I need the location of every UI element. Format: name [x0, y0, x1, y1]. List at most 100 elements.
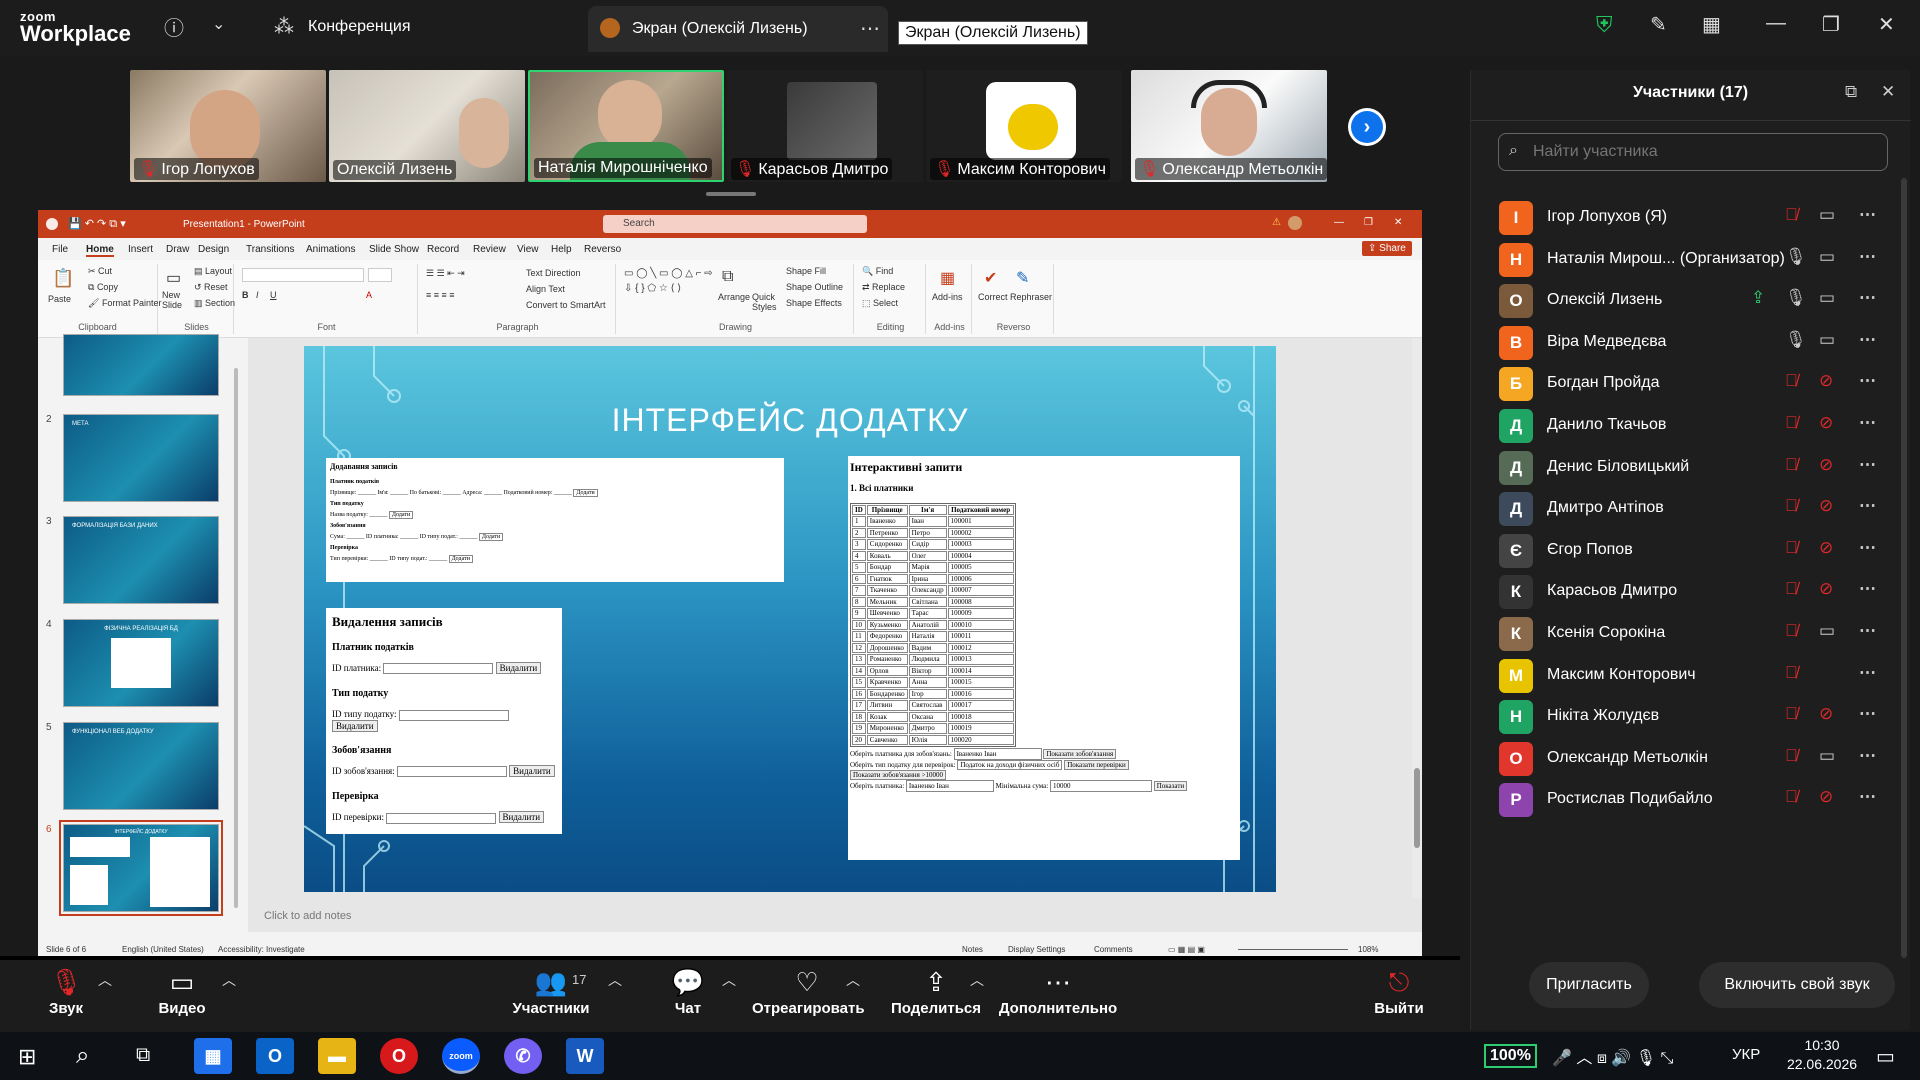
current-slide[interactable]: ІНТЕРФЕЙС ДОДАТКУ Додавання записів Плат…	[304, 346, 1276, 892]
font-size-dropdown[interactable]	[368, 268, 392, 282]
mic-muted-icon[interactable]: 🎙̸	[1785, 663, 1798, 683]
notifications-icon[interactable]: ▭	[1876, 1044, 1895, 1069]
new-slide-button[interactable]: New Slide	[162, 290, 188, 310]
system-tray-icons[interactable]: 🎤 ︿ ⧈ 🔊 🎙 ⤡	[1552, 1044, 1673, 1068]
file-explorer-icon[interactable]: ▬	[318, 1038, 356, 1074]
autosave-icons[interactable]: 💾 ↶ ↷ ⧉ ▾	[68, 217, 126, 231]
slide-thumbnail-selected[interactable]: ІНТЕРФЕЙС ДОДАТКУ	[63, 824, 219, 912]
menu-reverso[interactable]: Reverso	[584, 244, 621, 255]
audio-options-caret[interactable]: ︿	[98, 970, 112, 990]
camera-off-icon[interactable]: ⊘	[1819, 455, 1833, 475]
camera-off-icon[interactable]: ⊘	[1819, 413, 1833, 433]
video-tile[interactable]: 🎙 Ігор Лопухов	[130, 70, 326, 182]
mic-icon[interactable]: 🎙	[1785, 330, 1807, 350]
slide-thumbnail[interactable]: ФУНКЦІОНАЛ ВЕБ ДОДАТКУ	[63, 722, 219, 810]
participants-button[interactable]: 👥 Участники	[506, 960, 596, 1017]
participant-more-icon[interactable]: ⋯	[1859, 455, 1876, 475]
warning-icon[interactable]: ⚠	[1272, 217, 1281, 228]
participant-row[interactable]: К Ксенія Сорокіна 🎙̸ ▭ ⋯	[1499, 614, 1899, 654]
participant-more-icon[interactable]: ⋯	[1859, 330, 1876, 350]
viber-icon[interactable]: ✆	[504, 1038, 542, 1074]
bullets-button[interactable]: ☰ ☰ ⇤ ⇥	[426, 268, 465, 279]
addins-icon[interactable]: ▦	[940, 268, 955, 288]
participant-row[interactable]: Д Данило Ткачьов 🎙̸ ⊘ ⋯	[1499, 406, 1899, 446]
restore-icon[interactable]: ❐	[1822, 12, 1840, 37]
camera-icon[interactable]: ▭	[1819, 247, 1835, 267]
slide-scrollbar[interactable]	[1412, 338, 1422, 898]
video-tile[interactable]: Олексій Лизень	[329, 70, 525, 182]
slide-thumbnail[interactable]: МЕТА	[63, 414, 219, 502]
participant-more-icon[interactable]: ⋯	[1859, 205, 1876, 225]
arrange-button[interactable]: Arrange	[718, 292, 750, 302]
bold-button[interactable]: B	[242, 290, 249, 300]
next-page-button[interactable]: ›	[1348, 108, 1386, 146]
correct-icon[interactable]: ✔	[984, 268, 997, 288]
participant-more-icon[interactable]: ⋯	[1859, 371, 1876, 391]
shape-fill-button[interactable]: Shape Fill	[786, 266, 826, 276]
participant-more-icon[interactable]: ⋯	[1859, 247, 1876, 267]
battery-indicator[interactable]: 100%	[1484, 1044, 1537, 1068]
paste-icon[interactable]: 📋	[52, 268, 74, 289]
video-tile[interactable]: 🎙 Максим Конторович	[926, 70, 1122, 182]
clock[interactable]: 10:30 22.06.2026	[1782, 1036, 1862, 1074]
react-options-caret[interactable]: ︿	[846, 970, 860, 990]
windows-start-icon[interactable]: ⊞	[18, 1044, 36, 1070]
menu-file[interactable]: File	[52, 244, 68, 255]
mic-muted-icon[interactable]: 🎙̸	[1785, 579, 1798, 599]
select-button[interactable]: ⬚ Select	[862, 298, 898, 309]
participant-search-input[interactable]	[1498, 133, 1888, 171]
chevron-down-icon[interactable]: ⌄	[212, 14, 225, 34]
layout-button[interactable]: ▤ Layout	[194, 266, 232, 277]
outlook-icon[interactable]: O	[256, 1038, 294, 1074]
meeting-title[interactable]: Конференция	[308, 18, 411, 36]
menu-help[interactable]: Help	[551, 244, 572, 255]
mic-muted-icon[interactable]: 🎙̸	[1785, 413, 1798, 433]
rephraser-icon[interactable]: ✎	[1016, 268, 1029, 288]
participants-scrollbar[interactable]	[1901, 178, 1907, 958]
annotate-icon[interactable]: ✎	[1650, 12, 1667, 37]
camera-off-icon[interactable]: ⊘	[1819, 371, 1833, 391]
more-button[interactable]: ⋯ Дополнительно	[998, 960, 1118, 1017]
cut-button[interactable]: ✂ Cut	[88, 266, 112, 277]
participant-more-icon[interactable]: ⋯	[1859, 746, 1876, 766]
audio-button[interactable]: 🎙 Звук	[40, 960, 92, 1017]
participant-row[interactable]: М Максим Конторович 🎙̸ ⋯	[1499, 656, 1899, 696]
copy-button[interactable]: ⧉ Copy	[88, 282, 118, 293]
participant-more-icon[interactable]: ⋯	[1859, 621, 1876, 641]
menu-slide-show[interactable]: Slide Show	[369, 244, 419, 255]
search-icon[interactable]: ⌕	[76, 1042, 89, 1070]
zoom-slider[interactable]	[1238, 949, 1348, 950]
slide-thumbnail[interactable]: ФОРМАЛІЗАЦІЯ БАЗИ ДАНИХ	[63, 516, 219, 604]
camera-icon[interactable]: ▭	[1819, 288, 1835, 308]
reset-button[interactable]: ↺ Reset	[194, 282, 228, 293]
find-button[interactable]: 🔍 Find	[862, 266, 893, 277]
status-display-settings[interactable]: Display Settings	[1008, 945, 1065, 954]
align-buttons[interactable]: ≡ ≡ ≡ ≡	[426, 290, 455, 300]
mic-icon[interactable]: 🎙	[1785, 247, 1807, 267]
status-zoom[interactable]: 108%	[1358, 945, 1378, 954]
participant-more-icon[interactable]: ⋯	[1859, 579, 1876, 599]
camera-icon[interactable]: ▭	[1819, 621, 1835, 641]
mic-muted-icon[interactable]: 🎙̸	[1785, 371, 1798, 391]
mic-muted-icon[interactable]: 🎙̸	[1785, 496, 1798, 516]
word-icon[interactable]: W	[566, 1038, 604, 1074]
rephraser-button[interactable]: Rephraser	[1010, 292, 1052, 302]
mic-muted-icon[interactable]: 🎙̸	[1785, 621, 1798, 641]
video-tile-active-speaker[interactable]: Наталія Мирошніченко	[528, 70, 724, 182]
video-options-caret[interactable]: ︿	[222, 970, 236, 990]
status-notes[interactable]: Notes	[962, 945, 983, 954]
participant-row[interactable]: Є Єгор Попов 🎙̸ ⊘ ⋯	[1499, 531, 1899, 571]
font-color-button[interactable]: A	[366, 290, 372, 300]
participant-more-icon[interactable]: ⋯	[1859, 704, 1876, 724]
participant-more-icon[interactable]: ⋯	[1859, 496, 1876, 516]
menu-record[interactable]: Record	[427, 244, 459, 255]
participant-more-icon[interactable]: ⋯	[1859, 787, 1876, 807]
participant-row[interactable]: Д Денис Біловицький 🎙̸ ⊘ ⋯	[1499, 448, 1899, 488]
participant-row[interactable]: Д Дмитро Антіпов 🎙̸ ⊘ ⋯	[1499, 489, 1899, 529]
arrange-icon[interactable]: ⧉	[722, 268, 733, 286]
zoom-app-icon[interactable]: zoom	[442, 1038, 480, 1074]
opera-icon[interactable]: O	[380, 1038, 418, 1074]
status-comments[interactable]: Comments	[1094, 945, 1133, 954]
chat-button[interactable]: 💬 Чат	[668, 960, 708, 1017]
resize-handle[interactable]	[706, 192, 756, 196]
